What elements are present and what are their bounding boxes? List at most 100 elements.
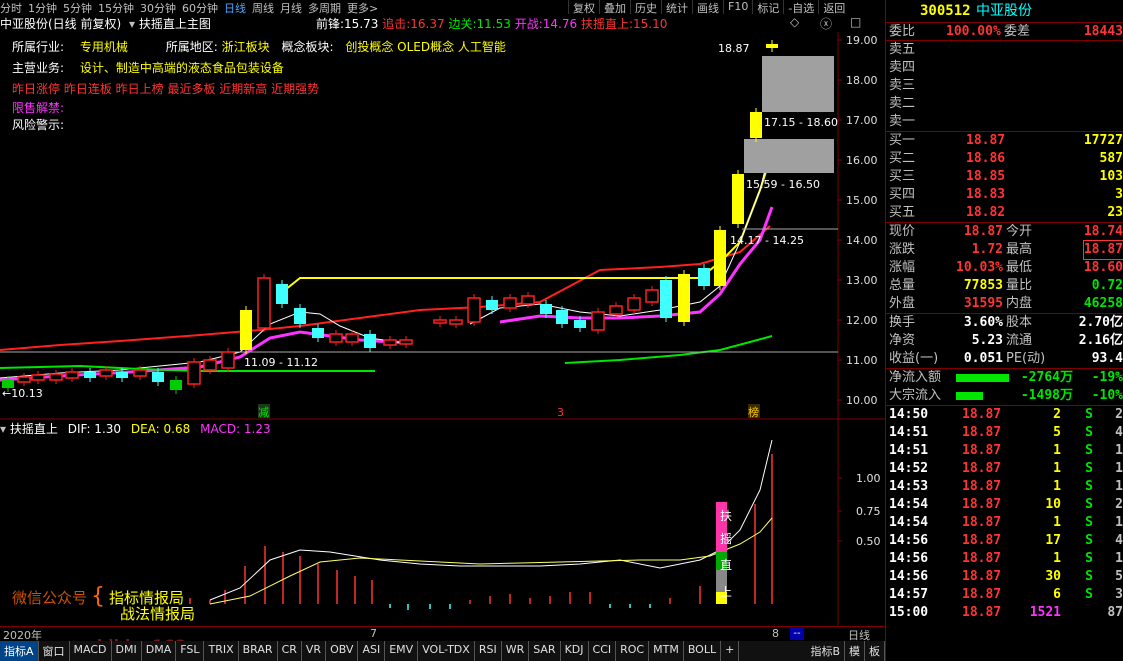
sell-row-3[interactable]: 卖三 — [886, 77, 1123, 95]
indicator-tab-fsl[interactable]: FSL — [176, 641, 205, 661]
candle-body — [698, 268, 710, 286]
mark-3[interactable]: 榜 — [748, 405, 759, 419]
add-indicator-button[interactable]: + — [721, 641, 740, 661]
indicator-tab-vol-tdx[interactable]: VOL-TDX — [418, 641, 475, 661]
stock-header: 300512 中亚股份 — [886, 0, 1123, 22]
indicator-tab-cci[interactable]: CCI — [589, 641, 617, 661]
indicator-tab-cr[interactable]: CR — [278, 641, 302, 661]
indicator-tab-a[interactable]: 指标A — [0, 641, 39, 661]
history-button[interactable]: 历史 — [630, 0, 661, 14]
tab-multi-period[interactable]: 多周期 — [308, 0, 347, 14]
candle-body — [31, 374, 45, 381]
close-icon[interactable]: ⓧ — [820, 15, 832, 32]
indicator-tab-roc[interactable]: ROC — [616, 641, 650, 661]
candle-body — [609, 305, 623, 315]
tab-1min[interactable]: 1分钟 — [28, 0, 63, 14]
tab-5min[interactable]: 5分钟 — [63, 0, 98, 14]
mark-2[interactable]: 3 — [557, 406, 564, 419]
indicator-tab-sar[interactable]: SAR — [529, 641, 561, 661]
weibi-value: 100.00% — [946, 24, 1001, 39]
mark-button[interactable]: 标记 — [752, 0, 783, 14]
green-ma-line-2 — [564, 335, 773, 364]
indicator-tab-b[interactable]: 指标B — [806, 641, 845, 661]
buy-row-1[interactable]: 买一 18.87 17727 — [886, 132, 1123, 150]
sell-row-4[interactable]: 卖四 — [886, 59, 1123, 77]
indicator-tab-macd[interactable]: MACD — [70, 641, 112, 661]
indicator-tab-boll[interactable]: BOLL — [684, 641, 722, 661]
stats-button[interactable]: 统计 — [661, 0, 692, 14]
indicator-name[interactable]: 扶摇直上主图 — [139, 17, 211, 31]
diamond-icon[interactable]: ◇ — [790, 15, 799, 29]
f10-button[interactable]: F10 — [723, 0, 752, 14]
tick-row: 14:56 18.87 30 S 5 — [889, 569, 1123, 584]
zone-label-1: 17.15 - 18.60 — [764, 116, 838, 129]
sell-label: 卖三 — [889, 78, 916, 93]
tab-30min[interactable]: 30分钟 — [140, 0, 182, 14]
tab-60min[interactable]: 60分钟 — [182, 0, 224, 14]
cursor-indicator[interactable]: -- — [790, 628, 804, 640]
candle-body — [345, 333, 359, 343]
bianguan-label: 边关: — [448, 17, 477, 31]
indicator-tab-vr[interactable]: VR — [302, 641, 327, 661]
tick-row: 14:57 18.87 6 S 3 — [889, 587, 1123, 602]
tick-row: 15:00 18.87 1521 87 — [889, 605, 1123, 620]
sell-row-2[interactable]: 卖二 — [886, 95, 1123, 113]
indicator-tab-rsi[interactable]: RSI — [475, 641, 502, 661]
macd-value: MACD: 1.23 — [200, 422, 271, 436]
buy-row-2[interactable]: 买二 18.86 587 — [886, 150, 1123, 168]
tab-daily[interactable]: 日线 — [224, 0, 252, 14]
remove-watchlist-button[interactable]: -自选 — [783, 0, 818, 14]
window-tab[interactable]: 窗口 — [39, 641, 70, 661]
qianfeng-label: 前锋: — [316, 17, 345, 31]
buy-row-4[interactable]: 买四 18.83 3 — [886, 186, 1123, 204]
tab-monthly[interactable]: 月线 — [280, 0, 308, 14]
dif-value: DIF: 1.30 — [67, 422, 122, 436]
indicator-tab-obv[interactable]: OBV — [326, 641, 359, 661]
overlay-button[interactable]: 叠加 — [599, 0, 630, 14]
template-button-1[interactable]: 模 — [845, 641, 865, 661]
indicator-dropdown-icon[interactable]: ▾ — [129, 17, 135, 31]
price-tick-label: 14.00 — [846, 234, 878, 247]
fuquan-button[interactable]: 复权 — [568, 0, 599, 14]
quote-row: 涨幅 10.03% 最低 18.60 — [889, 260, 1123, 275]
chart-header: 中亚股份(日线 前复权) ▾ 扶摇直上主图 前锋:15.73 追击:16.37 … — [0, 15, 885, 31]
back-button[interactable]: 返回 — [818, 0, 849, 14]
quote-row: 涨跌 1.72 最高 18.87 — [889, 240, 1123, 260]
sell-row-5[interactable]: 卖五 — [886, 41, 1123, 59]
sell-row-1[interactable]: 卖一 — [886, 113, 1123, 131]
macd-indicator-name[interactable]: 扶摇直上 — [10, 422, 58, 436]
draw-button[interactable]: 画线 — [692, 0, 723, 14]
indicator-tab-dmi[interactable]: DMI — [112, 641, 142, 661]
fuyao-value: 15.10 — [632, 17, 668, 31]
buy-row-3[interactable]: 买三 18.85 103 — [886, 168, 1123, 186]
weicha-value: 18443 — [1083, 24, 1123, 39]
tab-weekly[interactable]: 周线 — [252, 0, 280, 14]
template-button-2[interactable]: 板 — [865, 641, 885, 661]
candle-body — [750, 112, 762, 138]
tab-15min[interactable]: 15分钟 — [98, 0, 140, 14]
indicator-tab-trix[interactable]: TRIX — [204, 641, 239, 661]
macd-dropdown-icon[interactable]: ▾ — [0, 422, 6, 436]
quote-stats: 现价 18.87 今开 18.74 涨跌 1.72 最高 18.87 涨幅 10.03% 最低 18.… — [886, 222, 1123, 313]
candle-body — [116, 372, 128, 378]
indicator-tab-asi[interactable]: ASI — [358, 641, 386, 661]
macd-histogram — [189, 454, 773, 610]
tab-fenshi[interactable]: 分时 — [0, 0, 28, 14]
candle-body — [714, 230, 726, 286]
indicator-tab-kdj[interactable]: KDJ — [561, 641, 589, 661]
indicator-tab-emv[interactable]: EMV — [385, 641, 419, 661]
price-tick-label: 11.00 — [846, 354, 878, 367]
indicator-tab-brar[interactable]: BRAR — [239, 641, 278, 661]
mark-1[interactable]: 减 — [258, 406, 269, 419]
date-month-7: 7 — [370, 627, 377, 640]
tab-more[interactable]: 更多> — [347, 0, 384, 14]
date-axis: 2020年 7 8 -- 日线 — [0, 626, 885, 642]
buy-row-5[interactable]: 买五 18.82 23 — [886, 204, 1123, 222]
indicator-tab-wr[interactable]: WR — [502, 641, 530, 661]
tick-row: 14:51 18.87 1 S 1 — [889, 443, 1123, 458]
dif-line — [209, 439, 773, 601]
candle-body — [449, 319, 463, 325]
restore-icon[interactable]: □ — [850, 15, 861, 29]
indicator-tab-dma[interactable]: DMA — [142, 641, 177, 661]
indicator-tab-mtm[interactable]: MTM — [649, 641, 684, 661]
